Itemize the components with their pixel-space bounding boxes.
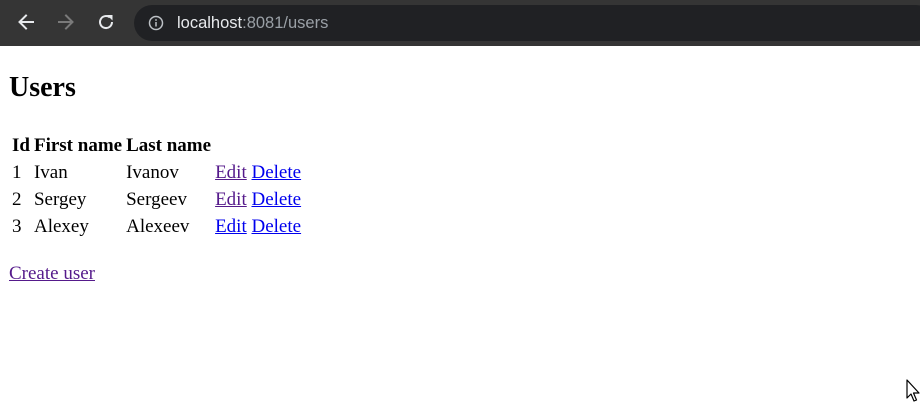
address-bar[interactable]: localhost:8081/users xyxy=(134,5,920,41)
column-header-id: Id xyxy=(12,135,30,156)
cell-first-name: Sergey xyxy=(33,189,87,210)
column-header-actions xyxy=(214,133,302,158)
page-title: Users xyxy=(9,72,76,103)
arrow-left-icon xyxy=(18,14,34,30)
back-button[interactable] xyxy=(11,7,41,37)
cell-id: 1 xyxy=(12,162,22,183)
edit-link[interactable]: Edit xyxy=(215,189,247,210)
table-header-row: Id First name Last name xyxy=(11,133,302,158)
edit-link[interactable]: Edit xyxy=(215,216,247,237)
cell-actions: Edit Delete xyxy=(214,214,302,239)
column-header-last-name: Last name xyxy=(126,135,212,156)
cell-id: 2 xyxy=(12,189,22,210)
forward-button[interactable] xyxy=(51,7,81,37)
cell-last-name: Ivanov xyxy=(126,162,179,183)
table-row: 2 Sergey Sergeev Edit Delete xyxy=(11,187,302,212)
column-header-first-name: First name xyxy=(33,135,123,156)
cell-actions: Edit Delete xyxy=(214,160,302,185)
delete-link[interactable]: Delete xyxy=(252,216,302,237)
reload-button[interactable] xyxy=(91,7,121,37)
mouse-pointer-icon xyxy=(906,379,920,402)
edit-link[interactable]: Edit xyxy=(215,162,247,183)
url-host: localhost xyxy=(177,14,243,32)
table-row: 1 Ivan Ivanov Edit Delete xyxy=(11,160,302,185)
info-icon[interactable] xyxy=(148,15,164,31)
cell-last-name: Alexeev xyxy=(126,216,190,237)
arrow-right-icon xyxy=(58,14,74,30)
url-path: :8081/users xyxy=(242,14,329,32)
table-row: 3 Alexey Alexeev Edit Delete xyxy=(11,214,302,239)
create-user-link[interactable]: Create user xyxy=(9,262,95,285)
browser-toolbar: localhost:8081/users xyxy=(0,0,920,46)
cell-actions: Edit Delete xyxy=(214,187,302,212)
delete-link[interactable]: Delete xyxy=(252,162,302,183)
page-content: Users Id First name Last name 1 Ivan Iva… xyxy=(0,46,920,408)
delete-link[interactable]: Delete xyxy=(252,189,302,210)
cell-first-name: Alexey xyxy=(33,216,89,237)
users-table: Id First name Last name 1 Ivan Ivanov Ed… xyxy=(9,131,304,241)
url-text[interactable]: localhost:8081/users xyxy=(177,13,328,33)
cell-id: 3 xyxy=(12,216,22,237)
cell-last-name: Sergeev xyxy=(126,189,187,210)
cell-first-name: Ivan xyxy=(33,162,68,183)
reload-icon xyxy=(99,15,114,30)
